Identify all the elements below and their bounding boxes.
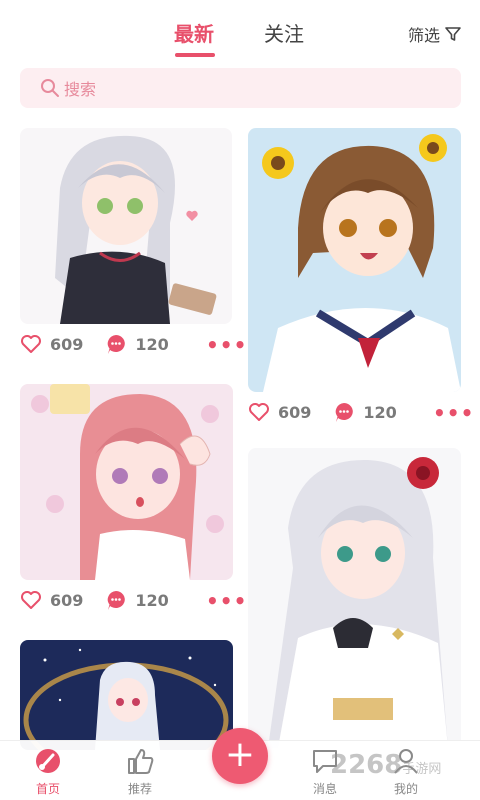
more-options-button[interactable]: ••• [433, 401, 474, 425]
like-button[interactable]: 609 [20, 334, 83, 354]
search-placeholder: 搜索 [64, 80, 97, 99]
heart-icon [21, 591, 41, 609]
artwork-card-image[interactable] [248, 128, 461, 392]
artwork-image [248, 128, 461, 392]
comment-button[interactable]: 120 [333, 401, 397, 423]
comment-icon [108, 335, 126, 354]
filter-button[interactable]: 筛选 [408, 22, 462, 46]
comment-count: 120 [135, 590, 169, 610]
like-count: 609 [50, 590, 84, 610]
like-button[interactable]: 609 [20, 590, 83, 610]
artwork-card-image[interactable] [20, 384, 233, 580]
nav-mine-label: 我的 [393, 782, 418, 796]
comment-button[interactable]: 120 [105, 333, 169, 355]
artwork-image [20, 640, 233, 750]
heart-icon [249, 403, 269, 421]
comment-count: 120 [135, 334, 169, 354]
card-stats: 609 120 [248, 400, 397, 424]
more-options-button[interactable]: ••• [206, 589, 247, 613]
comment-count: 120 [363, 402, 397, 422]
nav-home-label: 首页 [35, 782, 60, 796]
brush-icon [36, 749, 60, 773]
watermark: 2268手游网 [330, 750, 441, 780]
comment-icon [336, 403, 354, 422]
search-icon [41, 79, 59, 97]
artwork-card-image[interactable] [20, 128, 232, 324]
more-options-button[interactable]: ••• [206, 333, 247, 357]
thumbs-up-icon [128, 749, 154, 774]
nav-messages-label: 消息 [312, 782, 337, 796]
like-count: 609 [50, 334, 84, 354]
watermark-suffix: 手游网 [402, 762, 442, 777]
card-stats: 609 120 [20, 332, 169, 356]
artwork-image [20, 384, 233, 580]
like-count: 609 [278, 402, 312, 422]
tab-following[interactable]: 关注 [264, 18, 304, 47]
nav-recommend-label: 推荐 [127, 782, 152, 796]
comment-icon [108, 591, 126, 610]
heart-icon [21, 335, 41, 353]
comment-button[interactable]: 120 [105, 589, 169, 611]
artwork-image [248, 448, 461, 748]
card-stats: 609 120 [20, 588, 169, 612]
search-input[interactable]: 搜索 [20, 68, 461, 108]
watermark-brand: 2268 [330, 750, 403, 780]
artwork-card-image[interactable] [248, 448, 461, 748]
top-bar: 最新 关注 筛选 [0, 0, 480, 62]
artwork-image [20, 128, 232, 324]
nav-home[interactable]: 首页 [18, 747, 78, 797]
tab-latest[interactable]: 最新 [174, 18, 214, 47]
create-post-button[interactable]: + [212, 728, 268, 784]
nav-recommend[interactable]: 推荐 [110, 747, 170, 797]
like-button[interactable]: 609 [248, 402, 311, 422]
artwork-card-image[interactable] [20, 640, 233, 750]
filter-label: 筛选 [407, 26, 440, 45]
active-tab-indicator [175, 53, 215, 57]
filter-icon [445, 27, 461, 41]
